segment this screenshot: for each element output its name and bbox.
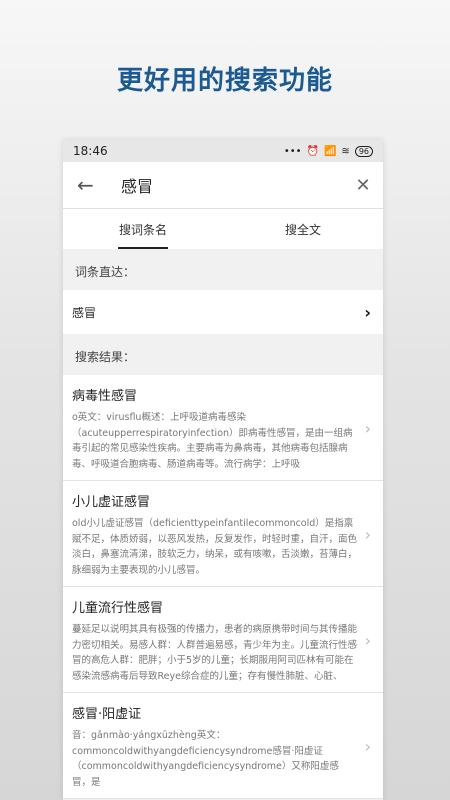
result-item[interactable]: 儿童流行性感冒 蔓延足以说明其具有极强的传播力，患者的病原携带时间与其传播能力密… bbox=[63, 587, 383, 693]
result-title: 小儿虚证感冒 bbox=[72, 495, 151, 510]
alarm-icon: ⏰ bbox=[306, 145, 319, 157]
chevron-right-icon: › bbox=[364, 302, 371, 322]
chevron-right-icon: › bbox=[364, 736, 371, 756]
chevron-right-icon: › bbox=[364, 524, 371, 544]
result-snippet: o英文：virusflu概述：上呼吸道病毒感染（acuteupperrespir… bbox=[72, 412, 353, 470]
search-tabs: 搜词条名 搜全文 bbox=[63, 209, 383, 249]
direct-entry-row[interactable]: 感冒 › bbox=[63, 290, 383, 334]
chevron-right-icon: › bbox=[364, 418, 371, 438]
direct-section-label: 词条直达： bbox=[75, 265, 136, 279]
direct-entry-label: 感冒 bbox=[72, 305, 97, 320]
chevron-right-icon: › bbox=[364, 630, 371, 650]
result-snippet: 蔓延足以说明其具有极强的传播力，患者的病原携带时间与其传播能力密切相关。易感人群… bbox=[72, 624, 358, 682]
clear-icon[interactable]: ✕ bbox=[351, 175, 375, 196]
results-section-label: 搜索结果： bbox=[75, 350, 136, 364]
back-arrow-icon[interactable]: ← bbox=[77, 173, 107, 197]
result-item[interactable]: 病毒性感冒 o英文：virusflu概述：上呼吸道病毒感染（acuteupper… bbox=[63, 375, 383, 481]
battery-icon: 96 bbox=[354, 145, 373, 157]
status-bar: 18:46 ••• ⏰ 📶 ≋ 96 bbox=[63, 140, 383, 162]
wifi-icon: ≋ bbox=[341, 145, 350, 157]
result-item[interactable]: 小儿虚证感冒 old小儿虚证感冒（deficienttypeinfantilec… bbox=[63, 481, 383, 587]
promo-headline: 更好用的搜索功能 bbox=[116, 66, 333, 96]
search-bar: ← 感冒 ✕ bbox=[63, 162, 383, 209]
search-input[interactable]: 感冒 bbox=[107, 173, 351, 197]
signal-icon: 📶 bbox=[323, 145, 337, 157]
tab-full-text[interactable]: 搜全文 bbox=[223, 209, 383, 249]
result-item[interactable]: 感冒·阳虚证 音：gǎnmào·yángxūzhèng英文：commoncold… bbox=[63, 693, 383, 799]
result-title: 儿童流行性感冒 bbox=[72, 601, 164, 616]
result-snippet: 音：gǎnmào·yángxūzhèng英文：commoncoldwithyan… bbox=[72, 730, 339, 788]
tab-entry-name[interactable]: 搜词条名 bbox=[63, 209, 223, 249]
status-icons: ••• ⏰ 📶 ≋ 96 bbox=[283, 145, 373, 157]
result-title: 感冒·阳虚证 bbox=[72, 707, 142, 722]
result-title: 病毒性感冒 bbox=[72, 389, 138, 404]
phone-screen: 18:46 ••• ⏰ 📶 ≋ 96 ← 感冒 ✕ 搜词条名 搜全文 词条直达：… bbox=[63, 140, 383, 800]
more-dots-icon: ••• bbox=[283, 145, 302, 157]
status-time: 18:46 bbox=[73, 144, 108, 158]
result-snippet: old小儿虚证感冒（deficienttypeinfantilecommonco… bbox=[72, 518, 358, 576]
